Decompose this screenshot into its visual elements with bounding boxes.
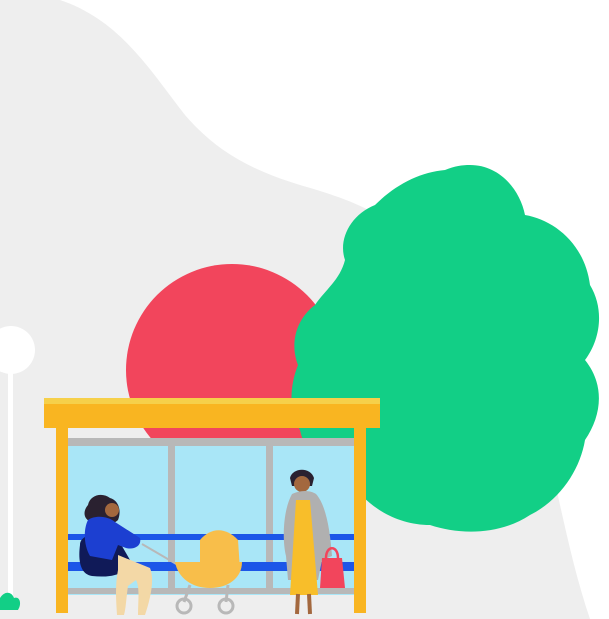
standing-leg-left xyxy=(295,593,300,615)
shelter-post-left xyxy=(56,425,68,613)
standing-leg-right xyxy=(307,593,312,615)
bag-icon xyxy=(320,558,345,588)
shelter-roof-highlight xyxy=(44,398,380,404)
standing-face xyxy=(294,476,310,492)
bus-stop-illustration xyxy=(0,0,609,619)
shelter-frame-top xyxy=(60,438,360,446)
shelter-post-right xyxy=(354,425,366,613)
lamp-pole xyxy=(8,350,13,610)
woman-face xyxy=(105,503,119,517)
